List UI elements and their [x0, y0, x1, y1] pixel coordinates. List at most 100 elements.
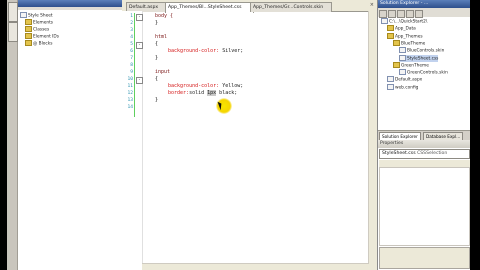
line-number: 3 [130, 28, 133, 33]
outline-item-label: Classes [33, 27, 50, 33]
tab-controls-skin[interactable]: App_Themes/Gr...Controls.skin [250, 2, 332, 12]
left-letterbox [0, 0, 7, 270]
code-line-5[interactable]: { [155, 41, 158, 48]
property-description [379, 247, 470, 269]
refresh-icon[interactable] [387, 9, 396, 18]
solution-item[interactable]: StyleSheet.css [399, 54, 439, 62]
solution-item[interactable]: BlueTheme [393, 39, 426, 47]
line-number: 4 [130, 35, 133, 40]
solution-explorer-panel: Solution Explorer - ... C:\...\QuickStar… [377, 0, 470, 141]
line-number: 1 [130, 14, 133, 19]
change-tracking-bar [134, 13, 135, 117]
tab-label: App_Themes/Bl...StyleSheet.css [168, 5, 242, 10]
code-line-12[interactable]: border:solid 1px black; [168, 90, 237, 97]
outline-item[interactable]: @ Blocks [25, 40, 53, 47]
outline-item[interactable]: Elements [25, 19, 53, 26]
selector-token: body { [155, 13, 174, 19]
code-line-6[interactable]: background-color: Silver; [168, 48, 243, 55]
outline-item-label: @ Blocks [33, 41, 53, 47]
folder-icon [393, 39, 400, 46]
property-grid[interactable] [379, 167, 470, 246]
solution-item-label: GreenControls.skin [407, 70, 448, 76]
code-line-10[interactable]: { [155, 76, 158, 83]
file-icon [399, 47, 406, 54]
solution-item[interactable]: BlueControls.skin [399, 47, 444, 54]
file-icon [387, 83, 394, 90]
line-number: 11 [127, 84, 133, 89]
collapse-html-icon[interactable]: - [136, 42, 143, 49]
editor-vertical-scrollbar[interactable] [368, 11, 377, 270]
code-line-1[interactable]: body { [155, 13, 173, 20]
outline-item[interactable]: Classes [25, 26, 49, 33]
tab-label: Solution Explorer [382, 134, 418, 139]
value-token: Yellow; [219, 83, 244, 89]
file-icon [387, 76, 394, 83]
solution-item-label: web.config [395, 85, 419, 91]
code-line-2[interactable]: } [155, 20, 158, 27]
solution-item-label: GreenTheme [401, 63, 429, 69]
folder-icon [393, 61, 400, 68]
solution-explorer-title: Solution Explorer - ... [378, 0, 470, 8]
solution-item[interactable]: C:\...\QuickStart2\ [381, 18, 427, 25]
code-line-4[interactable]: html [155, 34, 167, 41]
object-name: StyleSheet.css [382, 151, 416, 156]
outline-item[interactable]: Style Sheet [20, 12, 53, 19]
tab-label: App_Themes/Gr...Controls.skin [253, 5, 324, 10]
value-token: solid [189, 90, 208, 96]
value-token: Silver; [219, 48, 244, 54]
server-explorer-tab[interactable] [8, 22, 18, 42]
nest-files-icon[interactable] [396, 9, 405, 18]
line-number: 8 [130, 63, 133, 68]
selector-token: input [155, 69, 171, 75]
collapse-body-icon[interactable]: - [136, 14, 143, 21]
folder-icon [387, 25, 394, 32]
line-number: 9 [130, 70, 133, 75]
brace-token: } [155, 97, 159, 103]
properties-panel: Properties StyleSheet.css CSSSelection [377, 140, 470, 270]
project-icon [381, 18, 388, 24]
properties-object-selector[interactable]: StyleSheet.css CSSSelection [379, 149, 470, 159]
view-code-icon[interactable] [405, 9, 414, 18]
solution-item[interactable]: web.config [387, 83, 419, 91]
folder-icon [25, 26, 32, 32]
solution-item[interactable]: GreenTheme [393, 61, 429, 69]
toolbox-tab[interactable] [8, 2, 18, 22]
outline-item[interactable]: Element IDs [25, 33, 59, 40]
brace-token: } [155, 55, 159, 61]
view-designer-icon[interactable] [414, 9, 423, 18]
property-token: background-color: [168, 48, 220, 54]
solution-item[interactable]: Default.aspx [387, 76, 422, 83]
solution-item-label: BlueTheme [401, 41, 426, 47]
tab-stylesheet-css[interactable]: App_Themes/Bl...StyleSheet.css [165, 2, 254, 13]
solution-item-label: C:\...\QuickStart2\ [389, 19, 428, 25]
line-number: 2 [130, 21, 133, 26]
editor-horizontal-scrollbar[interactable] [142, 263, 369, 270]
right-letterbox [470, 0, 480, 270]
file-icon [399, 69, 406, 76]
collapse-input-icon[interactable]: - [136, 77, 143, 84]
solution-item-label: BlueControls.skin [407, 48, 445, 54]
value-token: black; [216, 90, 238, 96]
solution-item[interactable]: App_Themes [387, 32, 423, 40]
brace-token: { [155, 76, 159, 82]
solution-item[interactable]: App_Data [387, 25, 416, 32]
property-token: background-color: [168, 83, 220, 89]
line-number: 12 [127, 91, 133, 96]
panel-title-text: Properties [380, 141, 404, 146]
code-line-9[interactable]: input [155, 69, 170, 76]
line-number: 5 [130, 42, 133, 47]
line-number: 7 [130, 56, 133, 61]
solution-bottom-tabs: Solution Explorer Database Expl... [378, 130, 470, 141]
code-line-7[interactable]: } [155, 55, 158, 62]
properties-button-icon[interactable] [378, 9, 387, 18]
close-document-icon[interactable]: × [370, 2, 374, 8]
stylesheet-icon [20, 12, 27, 18]
code-line-11[interactable]: background-color: Yellow; [168, 83, 243, 90]
property-token: border: [168, 90, 190, 96]
toolbox-strip [7, 0, 18, 270]
code-line-13[interactable]: } [155, 97, 158, 104]
tab-label: Database Expl... [426, 134, 461, 139]
selector-token: html [155, 34, 168, 40]
visual-studio-window: Style Sheet Elements Classes Element IDs @ B… [7, 0, 470, 270]
solution-item[interactable]: GreenControls.skin [399, 69, 448, 76]
